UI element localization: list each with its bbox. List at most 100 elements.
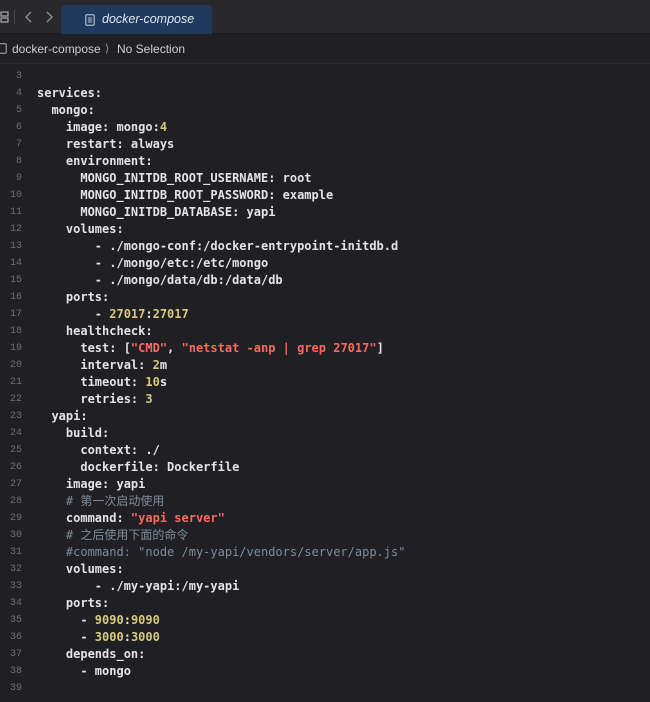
line-number: 29	[9, 513, 22, 524]
code-token: build:	[37, 426, 110, 440]
line-number: 31	[9, 547, 22, 558]
code-line: 26 dockerfile: Dockerfile	[0, 459, 650, 476]
line-number: 7	[15, 139, 22, 150]
code-token: - ./mongo/etc:/etc/mongo	[37, 256, 269, 270]
line-number: 5	[15, 105, 22, 116]
code-text: test: ["CMD", "netstat -anp | grep 27017…	[37, 340, 384, 357]
code-text: - mongo	[37, 663, 131, 680]
code-text: - 27017:27017	[37, 306, 189, 323]
code-token: 3	[145, 392, 153, 406]
line-number: 13	[9, 241, 22, 252]
code-line: 29 command: "yapi server"	[0, 510, 650, 527]
code-text: - 3000:3000	[37, 629, 160, 646]
code-token: environment:	[37, 154, 153, 168]
breadcrumb-file[interactable]: docker-compose	[12, 42, 101, 56]
code-token: 10	[145, 375, 160, 389]
code-text: # 第一次启动使用	[37, 493, 164, 510]
code-line: 27 image: yapi	[0, 476, 650, 493]
code-text: # 之后使用下面的命令	[37, 527, 188, 544]
code-token: healthcheck:	[37, 324, 153, 338]
code-text: yapi:	[37, 408, 88, 425]
code-line: 3	[0, 68, 650, 85]
code-text: volumes:	[37, 561, 124, 578]
line-number: 35	[9, 615, 22, 626]
code-line: 34 ports:	[0, 595, 650, 612]
code-line: 16 ports:	[0, 289, 650, 306]
line-number: 4	[15, 88, 22, 99]
code-text: services:	[37, 85, 102, 102]
code-text: ports:	[37, 595, 109, 612]
code-line: 20 interval: 2m	[0, 357, 650, 374]
code-text: timeout: 10s	[37, 374, 167, 391]
code-token: - ./my-yapi:/my-yapi	[37, 579, 240, 593]
code-token: # 第一次启动使用	[37, 494, 165, 508]
code-token: volumes:	[37, 222, 124, 236]
code-line: 28 # 第一次启动使用	[0, 493, 650, 510]
grid-icon[interactable]	[0, 11, 9, 23]
line-number: 3	[15, 71, 22, 82]
line-number: 12	[9, 224, 22, 235]
code-token: - ./mongo-conf:/docker-entrypoint-initdb…	[37, 239, 399, 253]
code-token: 3000	[94, 630, 124, 644]
code-token: # 之后使用下面的命令	[37, 528, 189, 542]
code-token: - ./mongo/data/db:/data/db	[37, 273, 283, 287]
code-line: 6 image: mongo:4	[0, 119, 650, 136]
line-number: 16	[9, 292, 22, 303]
line-number: 19	[9, 343, 22, 354]
code-line: 30 # 之后使用下面的命令	[0, 527, 650, 544]
code-text: - 9090:9090	[37, 612, 160, 629]
code-token: yapi:	[37, 409, 88, 423]
line-number: 38	[9, 666, 22, 677]
line-number: 6	[15, 122, 22, 133]
line-number: 26	[9, 462, 22, 473]
code-token: test: [	[37, 341, 131, 355]
code-line: 33 - ./my-yapi:/my-yapi	[0, 578, 650, 595]
document-icon	[0, 43, 7, 54]
code-editor[interactable]: 3 4 services: 5 mongo: 6 image: mongo:4 7 res…	[0, 65, 650, 702]
code-token: command:	[37, 511, 131, 525]
line-number: 37	[9, 649, 22, 660]
code-text: - ./mongo/data/db:/data/db	[37, 272, 283, 289]
code-line: 32 volumes:	[0, 561, 650, 578]
code-text: ports:	[37, 289, 109, 306]
code-line: 14 - ./mongo/etc:/etc/mongo	[0, 255, 650, 272]
code-token: retries:	[37, 392, 146, 406]
code-token: ,	[167, 341, 182, 355]
line-number: 21	[9, 377, 22, 388]
code-line: 9 MONGO_INITDB_ROOT_USERNAME: root	[0, 170, 650, 187]
code-token: 3000	[130, 630, 160, 644]
chevron-right-icon[interactable]	[42, 10, 56, 24]
code-token: :	[145, 307, 153, 321]
breadcrumb-selection[interactable]: No Selection	[117, 42, 185, 56]
code-token: image: yapi	[37, 477, 146, 491]
code-text: depends_on:	[37, 646, 145, 663]
code-text: MONGO_INITDB_DATABASE: yapi	[37, 204, 275, 221]
code-token: ]	[376, 341, 384, 355]
tab-label: docker-compose	[102, 12, 195, 26]
line-number: 36	[9, 632, 22, 643]
chevron-left-icon[interactable]	[22, 10, 36, 24]
code-text: healthcheck:	[37, 323, 153, 340]
code-token: restart: always	[37, 137, 175, 151]
code-text: - ./mongo-conf:/docker-entrypoint-initdb…	[37, 238, 398, 255]
code-line: 18 healthcheck:	[0, 323, 650, 340]
code-text: MONGO_INITDB_ROOT_USERNAME: root	[37, 170, 312, 187]
code-text: - ./mongo/etc:/etc/mongo	[37, 255, 268, 272]
line-number: 39	[9, 683, 22, 694]
code-token: MONGO_INITDB_ROOT_USERNAME: root	[37, 171, 312, 185]
code-text: image: yapi	[37, 476, 145, 493]
code-token: MONGO_INITDB_ROOT_PASSWORD: example	[37, 188, 334, 202]
code-token: s	[159, 375, 168, 389]
line-number: 23	[9, 411, 22, 422]
line-number: 9	[15, 173, 22, 184]
code-token: services:	[37, 86, 103, 100]
code-line: 31 #command: "node /my-yapi/vendors/serv…	[0, 544, 650, 561]
code-token: dockerfile: Dockerfile	[37, 460, 240, 474]
code-line: 25 context: ./	[0, 442, 650, 459]
code-line: 4 services:	[0, 85, 650, 102]
code-token: timeout:	[37, 375, 146, 389]
code-text: environment:	[37, 153, 153, 170]
code-line: 17 - 27017:27017	[0, 306, 650, 323]
code-text: command: "yapi server"	[37, 510, 225, 527]
tab-docker-compose[interactable]: docker-compose	[61, 5, 212, 34]
